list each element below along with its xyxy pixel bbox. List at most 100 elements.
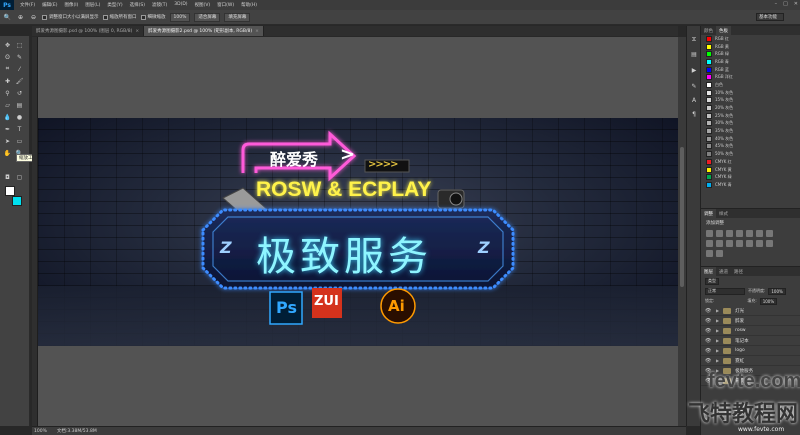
swatch-item[interactable]: RGB 绿 [701,50,800,58]
expand-arrow-icon[interactable]: ▶ [716,348,719,353]
expand-arrow-icon[interactable]: ▶ [716,308,719,313]
history-panel-icon[interactable]: ⧖ [690,36,698,44]
threshold-icon[interactable] [766,240,773,247]
expand-arrow-icon[interactable]: ▶ [716,358,719,363]
properties-panel-icon[interactable]: ▤ [690,50,698,58]
expand-arrow-icon[interactable]: ▶ [716,328,719,333]
swatch-item[interactable]: RGB 黄 [701,43,800,51]
channel-mixer-icon[interactable] [726,240,733,247]
resize-windows-checkbox[interactable]: 调整窗口大小以满屏显示 [42,14,99,20]
curves-icon[interactable] [726,230,733,237]
dodge-tool-icon[interactable]: ● [14,112,25,122]
swatch-item[interactable]: RGB 红 [701,35,800,43]
actual-pixels-button[interactable]: 100% [169,12,191,22]
opacity-field[interactable]: 100% [768,287,786,295]
brush-panel-icon[interactable]: ✎ [690,82,698,90]
menu-edit[interactable]: 编辑(E) [42,2,57,8]
quick-select-tool-icon[interactable]: ✎ [14,52,25,62]
close-button[interactable]: ✕ [794,1,798,7]
vertical-scrollbar[interactable] [678,37,686,426]
eraser-tool-icon[interactable]: ▱ [2,100,13,110]
hand-tool-icon[interactable]: ✋ [2,148,13,158]
zoom-in-icon[interactable]: ⊕ [16,13,25,22]
zoom-tool-icon[interactable]: 🔍 [3,13,12,22]
character-panel-icon[interactable]: A [690,96,698,104]
quick-mask-icon[interactable]: ◘ [2,172,13,182]
document-tab[interactable]: 醉爱秀源图摄影.psd @ 100% (图层 0, RGB/8) × [32,26,145,36]
menu-filter[interactable]: 滤镜(T) [152,2,167,8]
swatch-item[interactable]: 10% 灰色 [701,89,800,97]
eyedropper-tool-icon[interactable]: ⁄ [14,64,25,74]
gradient-map-icon[interactable] [706,250,713,257]
tab-styles[interactable]: 样式 [716,209,731,218]
close-tab-icon[interactable]: × [135,29,139,34]
close-tab-icon[interactable]: × [255,29,259,34]
visibility-eye-icon[interactable]: 👁 [705,318,712,324]
layer-row[interactable]: 👁 ▶ 笔记本 [701,336,800,346]
actions-panel-icon[interactable]: ▶ [690,66,698,74]
menu-type[interactable]: 类型(Y) [107,2,122,8]
bw-icon[interactable] [706,240,713,247]
swatch-item[interactable]: RGB 洋红 [701,73,800,81]
visibility-eye-icon[interactable]: 👁 [705,308,712,314]
invert-icon[interactable] [746,240,753,247]
menu-select[interactable]: 选择(S) [130,2,145,8]
zoom-all-checkbox[interactable]: 缩放所有窗口 [102,14,137,20]
marquee-tool-icon[interactable]: ⬚ [14,40,25,50]
levels-icon[interactable] [716,230,723,237]
expand-arrow-icon[interactable]: ▶ [716,318,719,323]
crop-tool-icon[interactable]: ⌗ [2,64,13,74]
gradient-tool-icon[interactable]: ▤ [14,100,25,110]
maximize-button[interactable]: □ [783,1,788,7]
swatch-item[interactable]: 15% 灰色 [701,97,800,105]
swatch-item[interactable]: 白色 [701,81,800,89]
brightness-icon[interactable] [706,230,713,237]
swatch-item[interactable]: CMYK 青 [701,181,800,189]
scroll-thumb[interactable] [680,147,684,287]
document-tab-active[interactable]: 醉爱秀源图摄影2.psd @ 100% (矩形副本, RGB/8) × [144,26,264,36]
lookup-icon[interactable] [736,240,743,247]
zoom-level[interactable]: 100% [34,429,47,434]
vibrance-icon[interactable] [746,230,753,237]
tab-color[interactable]: 颜色 [701,26,716,35]
swatch-item[interactable]: 50% 灰色 [701,150,800,158]
selective-color-icon[interactable] [716,250,723,257]
scrubby-zoom-checkbox[interactable]: 细微缩放 [140,14,166,20]
layer-row[interactable]: 👁 ▶ logo [701,346,800,356]
foreground-color-swatch[interactable] [5,186,15,196]
color-balance-icon[interactable] [766,230,773,237]
fill-screen-button[interactable]: 填充屏幕 [224,12,251,22]
screen-mode-icon[interactable]: ▢ [14,172,25,182]
menu-layer[interactable]: 图层(L) [85,2,100,8]
layer-kind-select[interactable]: 类型 [705,277,719,285]
path-select-icon[interactable]: ➤ [2,136,13,146]
healing-tool-icon[interactable]: ✚ [2,76,13,86]
move-tool-icon[interactable]: ✥ [2,40,13,50]
type-tool-icon[interactable]: T [14,124,25,134]
menu-3d[interactable]: 3D(D) [174,2,187,8]
visibility-eye-icon[interactable]: 👁 [705,338,712,344]
stamp-tool-icon[interactable]: ⚲ [2,88,13,98]
tab-channels[interactable]: 通道 [716,267,731,276]
pen-tool-icon[interactable]: ✒ [2,124,13,134]
lasso-tool-icon[interactable]: ʘ [2,52,13,62]
paragraph-panel-icon[interactable]: ¶ [690,110,698,118]
swatch-item[interactable]: 20% 灰色 [701,104,800,112]
tab-layers[interactable]: 图层 [701,267,716,276]
tab-adjustments[interactable]: 调整 [701,209,716,218]
posterize-icon[interactable] [756,240,763,247]
menu-file[interactable]: 文件(F) [20,2,35,8]
background-color-swatch[interactable] [12,196,22,206]
menu-view[interactable]: 视图(V) [195,2,211,8]
blur-tool-icon[interactable]: 💧 [2,112,13,122]
swatch-item[interactable]: RGB 蓝 [701,66,800,74]
visibility-eye-icon[interactable]: 👁 [705,328,712,334]
blend-mode-select[interactable]: 正常 [705,287,745,295]
swatch-item[interactable]: RGB 青 [701,58,800,66]
zoom-out-icon[interactable]: ⊖ [29,13,38,22]
menu-help[interactable]: 帮助(H) [241,2,257,8]
layer-row[interactable]: 👁 ▶ 灯光 [701,306,800,316]
layer-row[interactable]: 👁 ▶ 醉爱 [701,316,800,326]
visibility-eye-icon[interactable]: 👁 [705,358,712,364]
swatch-item[interactable]: 45% 灰色 [701,143,800,151]
